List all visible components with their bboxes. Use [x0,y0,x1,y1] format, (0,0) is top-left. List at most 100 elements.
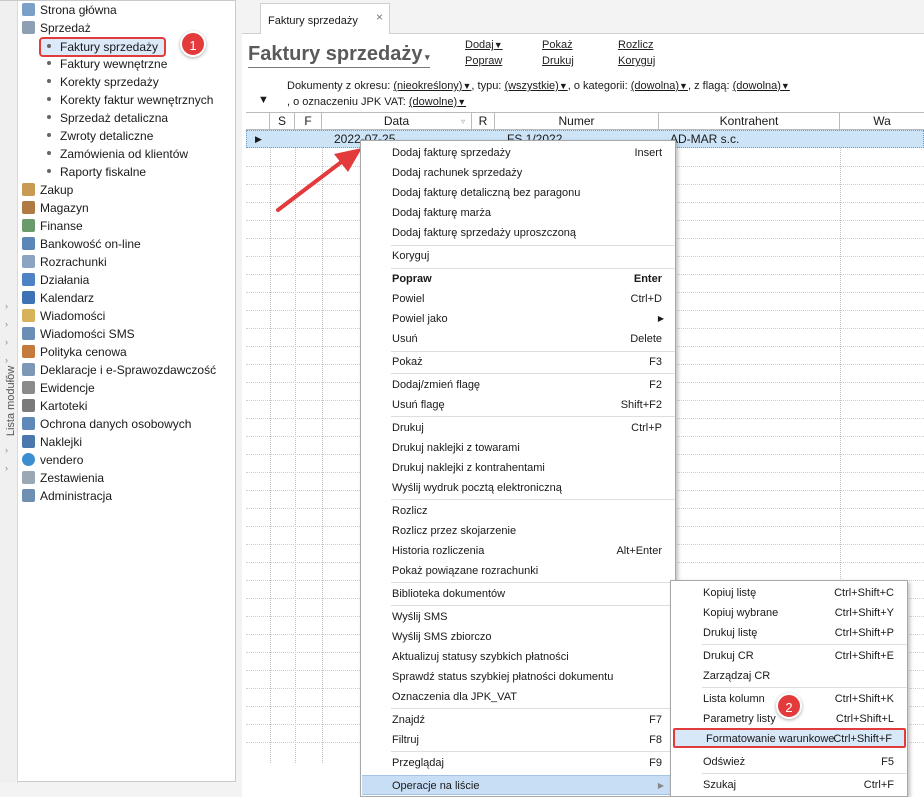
column-header-f[interactable]: F [295,113,322,130]
menu-item-filtruj[interactable]: Filtruj F8 [362,730,674,750]
menu-item-historia-rozliczenia[interactable]: Historia rozliczenia Alt+Enter [362,541,674,561]
submenu-item-odswiez[interactable]: Odśwież F5 [672,752,906,772]
module-vendero[interactable]: vendero [22,451,83,469]
menu-item-powiel[interactable]: Powiel Ctrl+D [362,289,674,309]
filter-type[interactable]: (wszystkie)▼ [504,80,567,92]
filter-jpk[interactable]: (dowolne)▼ [409,96,466,108]
menu-item-powiazane-rozrachunki[interactable]: Pokaż powiązane rozrachunki [362,561,674,581]
chevron-right-icon[interactable]: › [5,301,8,311]
module-administracja[interactable]: Administracja [22,487,112,505]
toolbar-koryguj[interactable]: Koryguj [618,55,655,67]
submenu-item-drukuj-liste[interactable]: Drukuj listę Ctrl+Shift+P [672,623,906,643]
collapse-filters-icon[interactable]: ▼ [258,94,269,106]
submenu-item-formatowanie-warunkowe[interactable]: Formatowanie warunkowe Ctrl+Shift+F [673,728,906,748]
menu-item-przegladaj[interactable]: Przeglądaj F9 [362,753,674,773]
sidebar-item-faktury-wewnetrzne[interactable]: Faktury wewnętrzne [47,55,167,73]
menu-item-dodaj-rachunek[interactable]: Dodaj rachunek sprzedaży [362,163,674,183]
module-rozrachunki[interactable]: Rozrachunki [22,253,107,271]
module-ewidencje[interactable]: Ewidencje [22,379,95,397]
column-header-r[interactable]: R [472,113,495,130]
menu-item-dodaj-flage[interactable]: Dodaj/zmień flagę F2 [362,375,674,395]
filter-flag[interactable]: (dowolna)▼ [733,80,790,92]
module-strona-glowna[interactable]: Strona główna [22,1,117,19]
column-header-s[interactable]: S [270,113,295,130]
page-title[interactable]: Faktury sprzedaży ▾ [248,43,430,68]
toolbar-popraw[interactable]: Popraw [465,55,502,67]
submenu-item-zarzadzaj-cr[interactable]: Zarządzaj CR [672,666,906,686]
menu-item-pokaz[interactable]: Pokaż F3 [362,352,674,372]
menu-item-operacje-na-liscie[interactable]: Operacje na liście ▶ [362,775,674,795]
menu-item-rozlicz-skojarzenie[interactable]: Rozlicz przez skojarzenie [362,521,674,541]
tab-faktury-sprzedazy[interactable]: Faktury sprzedaży × [260,3,390,35]
menu-item-usun-flage[interactable]: Usuń flagę Shift+F2 [362,395,674,415]
menu-item-wyslij-sms[interactable]: Wyślij SMS [362,607,674,627]
menu-item-rozlicz[interactable]: Rozlicz [362,501,674,521]
submenu-item-szukaj[interactable]: Szukaj Ctrl+F [672,775,906,795]
menu-item-usun[interactable]: Usuń Delete [362,329,674,349]
caret-down-icon: ▼ [780,81,790,91]
close-icon[interactable]: × [376,10,383,24]
annotation-badge-1: 1 [180,31,206,57]
submenu-item-drukuj-cr[interactable]: Drukuj CR Ctrl+Shift+E [672,646,906,666]
submenu-item-kopiuj-wybrane[interactable]: Kopiuj wybrane Ctrl+Shift+Y [672,603,906,623]
sidebar-item-faktury-sprzedazy[interactable]: Faktury sprzedaży [39,37,167,57]
module-wiadomosci[interactable]: Wiadomości [22,307,105,325]
module-kartoteki[interactable]: Kartoteki [22,397,87,415]
chevron-right-icon[interactable]: › [5,337,8,347]
toolbar-rozlicz[interactable]: Rozlicz [618,39,653,51]
menu-item-wyslij-wydruk[interactable]: Wyślij wydruk pocztą elektroniczną [362,478,674,498]
module-bankowosc[interactable]: Bankowość on-line [22,235,141,253]
column-header-wartosc[interactable]: Wa [840,113,924,130]
menu-item-wyslij-sms-zbiorczo[interactable]: Wyślij SMS zbiorczo [362,627,674,647]
menu-item-sprawdz-status[interactable]: Sprawdź status szybkiej płatności dokume… [362,667,674,687]
module-zestawienia[interactable]: Zestawienia [22,469,104,487]
module-kalendarz[interactable]: Kalendarz [22,289,94,307]
toolbar-drukuj[interactable]: Drukuj [542,55,574,67]
menu-item-powiel-jako[interactable]: Powiel jako ▶ [362,309,674,329]
grid-line [295,130,296,763]
column-header-data[interactable]: Data ▿ [322,113,472,130]
module-magazyn[interactable]: Magazyn [22,199,89,217]
module-zakup[interactable]: Zakup [22,181,73,199]
menu-item-dodaj-fakture-uproszczona[interactable]: Dodaj fakturę sprzedaży uproszczoną [362,223,674,243]
filter-category[interactable]: (dowolna)▼ [631,80,688,92]
module-wiadomosci-sms[interactable]: Wiadomości SMS [22,325,135,343]
menu-item-popraw[interactable]: Popraw Enter [362,269,674,289]
submenu-item-kopiuj-liste[interactable]: Kopiuj listę Ctrl+Shift+C [672,583,906,603]
sidebar-item-korekty-faktur-wewnetrznych[interactable]: Korekty faktur wewnętrznych [47,91,213,109]
toolbar-pokaz[interactable]: Pokaż [542,39,573,51]
menu-item-dodaj-fakture-detaliczna[interactable]: Dodaj fakturę detaliczną bez paragonu [362,183,674,203]
sidebar-item-zamowienia-od-klientow[interactable]: Zamówienia od klientów [47,145,188,163]
module-deklaracje[interactable]: Deklaracje i e-Sprawozdawczość [22,361,216,379]
chevron-right-icon[interactable]: › [5,463,8,473]
menu-item-koryguj[interactable]: Koryguj [362,246,674,266]
sidebar-item-raporty-fiskalne[interactable]: Raporty fiskalne [47,163,146,181]
sidebar-item-korekty-sprzedazy[interactable]: Korekty sprzedaży [47,73,159,91]
toolbar-dodaj[interactable]: Dodaj▼ [465,39,503,51]
menu-item-znajdz[interactable]: Znajdź F7 [362,710,674,730]
module-polityka-cenowa[interactable]: Polityka cenowa [22,343,127,361]
menu-item-drukuj[interactable]: Drukuj Ctrl+P [362,418,674,438]
sidebar-item-sprzedaz-detaliczna[interactable]: Sprzedaż detaliczna [47,109,168,127]
menu-item-dodaj-fakture[interactable]: Dodaj fakturę sprzedaży Insert [362,143,674,163]
finance-icon [22,219,35,232]
module-naklejki[interactable]: Naklejki [22,433,82,451]
column-header-numer[interactable]: Numer [495,113,659,130]
menu-item-oznaczenia-jpk[interactable]: Oznaczenia dla JPK_VAT [362,687,674,707]
menu-item-dodaj-fakture-marza[interactable]: Dodaj fakturę marża [362,203,674,223]
sidebar-item-zwroty-detaliczne[interactable]: Zwroty detaliczne [47,127,153,145]
module-list-rail[interactable]: › › › › › › › Lista modułów [0,1,18,783]
menu-item-aktualizuj-statusy[interactable]: Aktualizuj statusy szybkich płatności [362,647,674,667]
module-finanse[interactable]: Finanse [22,217,83,235]
module-dzialania[interactable]: Działania [22,271,89,289]
chevron-right-icon[interactable]: › [5,445,8,455]
chevron-right-icon[interactable]: › [5,319,8,329]
module-sprzedaz[interactable]: Sprzedaż [22,19,91,37]
column-header-kontrahent[interactable]: Kontrahent [659,113,840,130]
module-ochrona-danych[interactable]: Ochrona danych osobowych [22,415,191,433]
menu-item-drukuj-naklejki-towary[interactable]: Drukuj naklejki z towarami [362,438,674,458]
chevron-right-icon[interactable]: › [5,355,8,365]
filter-period[interactable]: (nieokreślony)▼ [393,80,471,92]
menu-item-biblioteka-dokumentow[interactable]: Biblioteka dokumentów [362,584,674,604]
menu-item-drukuj-naklejki-kontrahenci[interactable]: Drukuj naklejki z kontrahentami [362,458,674,478]
